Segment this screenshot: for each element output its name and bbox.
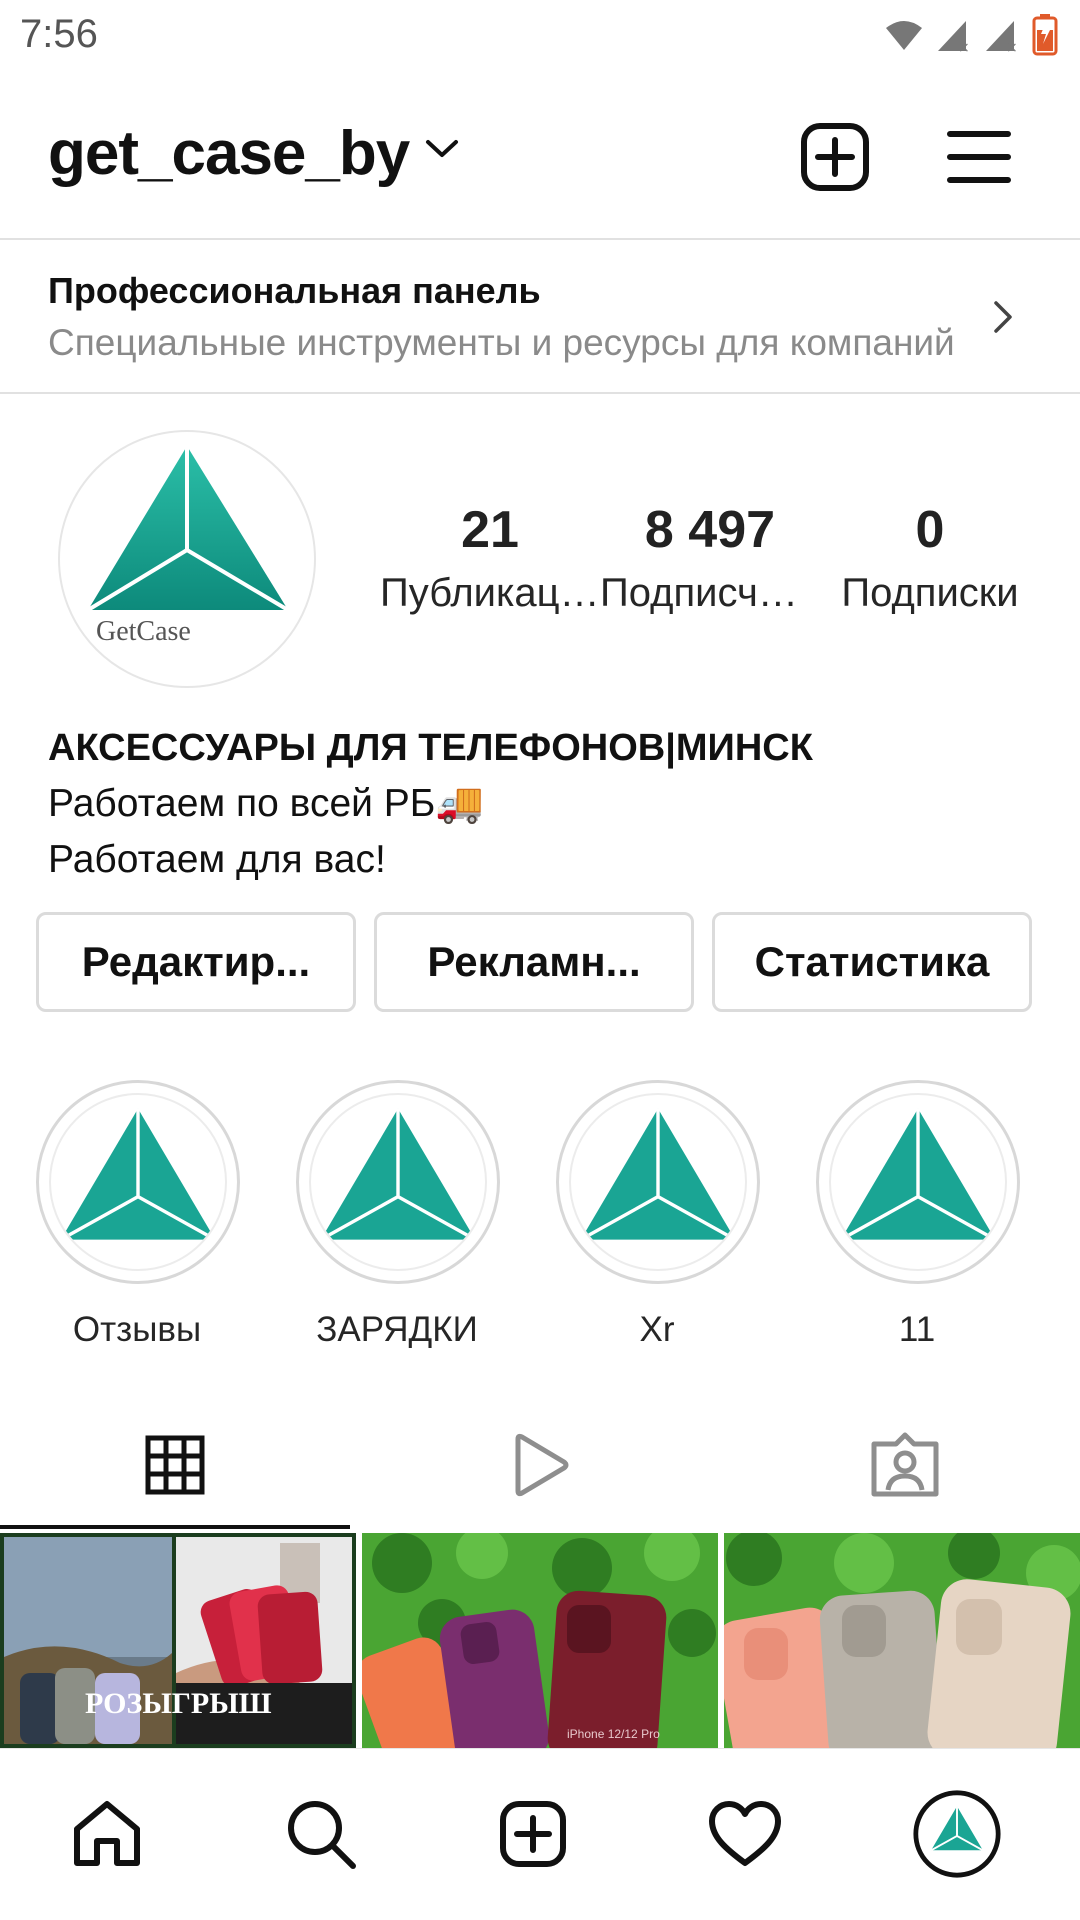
posts-grid: РОЗЫГРЫШ iPhone 12/12 Pro (0, 1533, 1080, 1748)
menu-icon[interactable] (944, 122, 1014, 192)
stat-value: 0 (915, 501, 945, 559)
signal-icon: × (938, 21, 970, 53)
stat-value: 21 (461, 501, 519, 559)
stat-followers[interactable]: 8 497 Подписчики (600, 495, 820, 621)
ad-tools-button[interactable]: Рекламн... (374, 912, 694, 1012)
post-thumbnail[interactable]: iPhone 12/12 Pro (362, 1533, 718, 1748)
avatar[interactable]: GetCase (58, 430, 316, 688)
nav-search[interactable] (276, 1789, 366, 1879)
heart-icon (709, 1801, 781, 1866)
reels-play-icon (515, 1433, 569, 1497)
svg-text:×: × (958, 40, 970, 53)
home-icon (74, 1801, 140, 1866)
post-image (724, 1533, 1080, 1748)
stat-following[interactable]: 0 Подписки (820, 495, 1040, 621)
pro-panel-title: Профессиональная панель (48, 270, 541, 311)
highlight-label: 11 (898, 1310, 936, 1349)
highlight-ring (36, 1080, 240, 1284)
nav-create[interactable] (488, 1789, 578, 1879)
highlight-cover (569, 1093, 747, 1271)
stat-posts[interactable]: 21 Публикации (380, 495, 600, 621)
getcase-logo (839, 1108, 997, 1242)
status-icons: × × (884, 14, 1058, 56)
story-highlight[interactable]: 11 (812, 1080, 1022, 1350)
getcase-logo (319, 1108, 477, 1242)
highlight-cover (49, 1093, 227, 1271)
insights-button[interactable]: Статистика (712, 912, 1032, 1012)
search-icon (288, 1801, 356, 1869)
story-highlight[interactable]: Xr (552, 1080, 762, 1350)
bottom-nav (0, 1748, 1080, 1920)
highlight-cover (309, 1093, 487, 1271)
grid-icon (145, 1435, 205, 1495)
svg-text:iPhone 12/12 Pro: iPhone 12/12 Pro (567, 1727, 660, 1741)
bio-name: АКСЕССУАРЫ ДЛЯ ТЕЛЕФОНОВ|МИНСК (48, 727, 813, 769)
status-bar: 7:56 × × (0, 0, 1080, 78)
tab-reels[interactable] (365, 1400, 715, 1530)
getcase-logo (579, 1108, 737, 1242)
stat-label: Подписчики (600, 571, 820, 615)
profile-stats: 21 Публикации 8 497 Подписчики 0 Подписк… (380, 495, 1040, 625)
highlight-ring (296, 1080, 500, 1284)
edit-profile-button[interactable]: Редактир... (36, 912, 356, 1012)
profile-avatar-icon (913, 1790, 1001, 1878)
divider (0, 392, 1080, 394)
nav-activity[interactable] (700, 1789, 790, 1879)
svg-text:GetCase: GetCase (96, 616, 191, 647)
chevron-down-icon[interactable] (425, 138, 459, 160)
getcase-logo (59, 1108, 217, 1242)
post-thumbnail[interactable]: РОЗЫГРЫШ (0, 1533, 356, 1748)
post-image: iPhone 12/12 Pro (362, 1533, 718, 1748)
highlight-ring (556, 1080, 760, 1284)
account-username[interactable]: get_case_by (48, 118, 410, 189)
highlight-label: Xr (639, 1310, 675, 1349)
bio-line: Работаем для вас! (48, 838, 386, 881)
tagged-person-icon (871, 1432, 939, 1497)
story-highlight[interactable]: Отзывы (32, 1080, 242, 1350)
story-highlight[interactable]: ЗАРЯДКИ (292, 1080, 502, 1350)
highlight-label: Отзывы (72, 1310, 202, 1349)
signal-icon: × (986, 21, 1018, 53)
tab-tagged[interactable] (730, 1400, 1080, 1530)
tab-grid[interactable] (0, 1400, 350, 1530)
status-time: 7:56 (20, 12, 98, 56)
chevron-right-icon (994, 301, 1012, 333)
active-tab-indicator (0, 1525, 350, 1529)
stat-value: 8 497 (644, 501, 776, 559)
new-post-icon (500, 1801, 566, 1867)
professional-dashboard-link[interactable]: Профессиональная панель Специальные инст… (0, 240, 1080, 394)
battery-icon (1032, 14, 1058, 56)
nav-profile[interactable] (912, 1789, 1002, 1879)
highlight-ring (816, 1080, 1020, 1284)
highlight-label: ЗАРЯДКИ (316, 1310, 478, 1349)
nav-home[interactable] (62, 1789, 152, 1879)
profile-bio: АКСЕССУАРЫ ДЛЯ ТЕЛЕФОНОВ|МИНСК Работаем … (48, 720, 1048, 888)
profile-header: get_case_by (0, 90, 1080, 240)
post-thumbnail[interactable] (724, 1533, 1080, 1748)
stat-label: Подписки (841, 571, 1019, 615)
stat-label: Публикации (380, 571, 600, 615)
new-post-icon[interactable] (800, 122, 870, 192)
wifi-icon (886, 21, 922, 50)
profile-tabs (0, 1400, 1080, 1530)
post-image: РОЗЫГРЫШ (4, 1537, 352, 1744)
svg-text:РОЗЫГРЫШ: РОЗЫГРЫШ (85, 1687, 272, 1720)
bio-line: Работаем по всей РБ🚚 (48, 782, 484, 825)
svg-text:×: × (1006, 40, 1018, 53)
pro-panel-subtitle: Специальные инструменты и ресурсы для ко… (48, 322, 955, 363)
getcase-logo: GetCase (86, 446, 290, 647)
highlight-cover (829, 1093, 1007, 1271)
